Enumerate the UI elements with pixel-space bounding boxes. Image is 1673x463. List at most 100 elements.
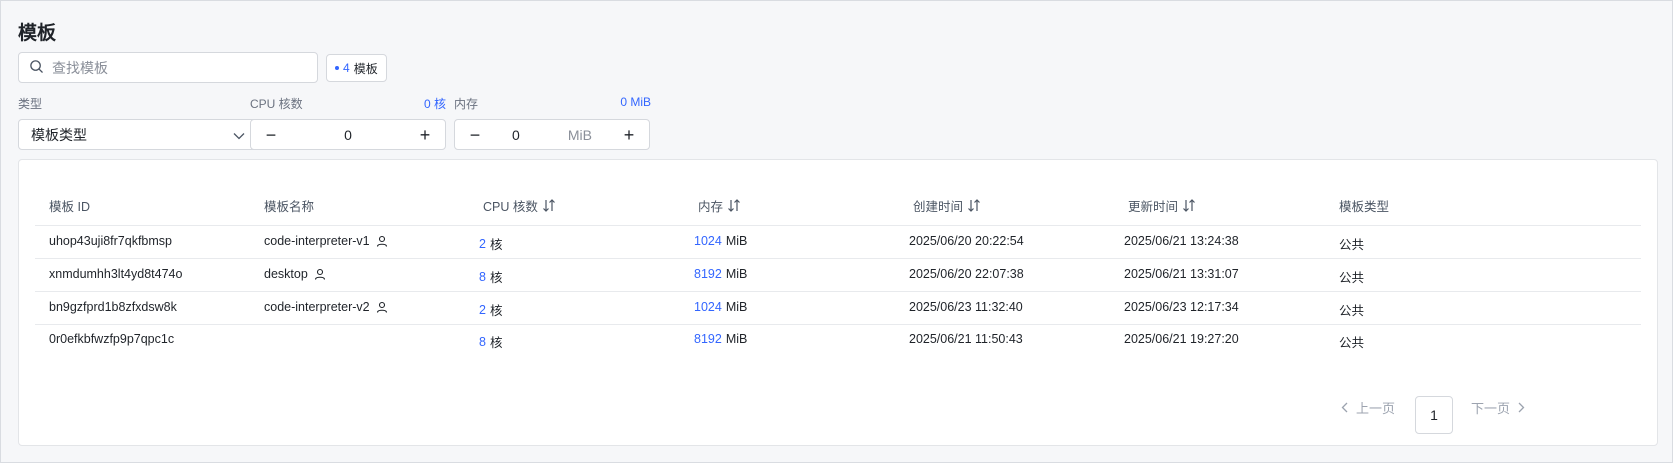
header-memory-label: 内存	[698, 200, 724, 214]
cell-updated: 2025/06/21 13:24:38	[1124, 234, 1239, 248]
sort-icon[interactable]	[727, 199, 741, 212]
search-input[interactable]	[52, 59, 292, 76]
user-icon	[376, 235, 387, 247]
cell-updated: 2025/06/23 12:17:34	[1124, 300, 1239, 314]
memory-filter-value: 0 MiB	[620, 95, 651, 109]
cell-cpu: 2 核	[479, 234, 502, 253]
header-created[interactable]: 创建时间	[913, 196, 981, 215]
sort-icon[interactable]	[542, 199, 556, 212]
header-id: 模板 ID	[49, 200, 90, 214]
template-count-badge: 4 模板	[326, 54, 387, 82]
sort-icon[interactable]	[1182, 199, 1196, 212]
cell-type: 公共	[1339, 336, 1365, 350]
cpu-stepper: − 0 +	[250, 119, 446, 150]
cell-memory-unit: MiB	[725, 300, 748, 314]
header-cpu[interactable]: CPU 核数	[483, 196, 556, 215]
row-divider	[35, 225, 1641, 226]
cell-memory: 1024 MiB	[694, 300, 747, 314]
header-updated[interactable]: 更新时间	[1128, 196, 1196, 215]
cell-name-text: code-interpreter-v1	[264, 234, 370, 248]
cell-cpu-value: 2	[479, 236, 486, 251]
template-type-select[interactable]: 模板类型	[18, 119, 258, 150]
cell-memory: 8192 MiB	[694, 332, 747, 346]
cell-created: 2025/06/21 11:50:43	[909, 332, 1023, 346]
cpu-decrement-button[interactable]: −	[261, 126, 281, 144]
cell-memory: 8192 MiB	[694, 267, 747, 281]
cell-cpu-value: 8	[479, 269, 486, 284]
cell-created: 2025/06/23 11:32:40	[909, 300, 1023, 314]
user-icon	[376, 301, 387, 313]
cell-memory-value: 8192	[694, 267, 722, 281]
cpu-filter-label: CPU 核数	[250, 97, 303, 111]
template-type-select-value: 模板类型	[31, 126, 87, 143]
chevron-right-icon	[1518, 402, 1525, 413]
chevron-left-icon	[1341, 402, 1348, 413]
cell-cpu-value: 2	[479, 302, 486, 317]
cell-cpu-unit: 核	[489, 238, 503, 252]
cell-memory-unit: MiB	[725, 267, 748, 281]
cell-name-text: code-interpreter-v2	[264, 300, 370, 314]
cell-name: code-interpreter-v2	[264, 300, 388, 314]
template-count-label: 模板	[353, 61, 378, 76]
cell-id: uhop43uji8fr7qkfbmsp	[49, 234, 172, 248]
cell-name: code-interpreter-v1	[264, 234, 388, 248]
cell-memory-unit: MiB	[725, 332, 748, 346]
next-page-button[interactable]: 下一页	[1471, 398, 1525, 417]
templates-table: 模板 ID 模板名称 CPU 核数 内存 创建时间 更新时间 模板类型 uhop…	[18, 159, 1658, 446]
header-created-label: 创建时间	[913, 200, 964, 214]
header-type: 模板类型	[1339, 200, 1390, 214]
cell-memory: 1024 MiB	[694, 234, 747, 248]
header-updated-label: 更新时间	[1128, 200, 1179, 214]
cpu-increment-button[interactable]: +	[415, 126, 435, 144]
prev-page-label: 上一页	[1356, 401, 1396, 416]
header-memory[interactable]: 内存	[698, 196, 741, 215]
cell-cpu: 2 核	[479, 300, 502, 319]
cell-cpu-unit: 核	[489, 336, 503, 350]
cell-name: desktop	[264, 267, 326, 281]
cell-cpu-unit: 核	[489, 304, 503, 318]
row-divider	[35, 258, 1641, 259]
memory-stepper-unit: MiB	[567, 126, 592, 143]
cell-updated: 2025/06/21 13:31:07	[1124, 267, 1239, 281]
cpu-stepper-value[interactable]: 0	[344, 127, 352, 143]
search-box[interactable]	[18, 52, 318, 83]
cell-id: xnmdumhh3lt4yd8t474o	[49, 267, 183, 281]
cell-type: 公共	[1339, 238, 1365, 252]
memory-stepper-value[interactable]: 0	[512, 127, 520, 143]
memory-decrement-button[interactable]: −	[465, 126, 485, 144]
cell-type: 公共	[1339, 271, 1365, 285]
chevron-down-icon	[233, 127, 245, 143]
row-divider	[35, 324, 1641, 325]
search-icon	[29, 59, 44, 77]
prev-page-button[interactable]: 上一页	[1341, 398, 1395, 417]
page-title: 模板	[18, 23, 57, 44]
memory-stepper: − 0 MiB +	[454, 119, 650, 150]
cell-memory-value: 1024	[694, 234, 722, 248]
memory-filter-label: 内存	[454, 97, 479, 111]
app-frame: 模板 4 模板 类型 CPU 核数 0 核 内存 0 MiB 模板类型 − 0 …	[0, 0, 1673, 463]
row-divider	[35, 291, 1641, 292]
header-name: 模板名称	[264, 200, 315, 214]
cell-id: 0r0efkbfwzfp9p7qpc1c	[49, 332, 175, 346]
cell-cpu: 8 核	[479, 332, 502, 351]
page-number-button[interactable]: 1	[1415, 396, 1453, 434]
cell-cpu-unit: 核	[489, 271, 503, 285]
cpu-filter-value: 0 核	[423, 97, 446, 111]
status-dot-icon	[335, 66, 339, 70]
type-filter-label: 类型	[18, 97, 43, 111]
cell-memory-value: 8192	[694, 332, 722, 346]
cell-memory-value: 1024	[694, 300, 722, 314]
header-cpu-label: CPU 核数	[483, 200, 538, 214]
cell-cpu: 8 核	[479, 267, 502, 286]
cell-memory-unit: MiB	[725, 234, 748, 248]
template-count: 4	[343, 61, 350, 75]
cell-updated: 2025/06/21 19:27:20	[1124, 332, 1239, 346]
cell-created: 2025/06/20 20:22:54	[909, 234, 1024, 248]
memory-increment-button[interactable]: +	[619, 126, 639, 144]
sort-icon[interactable]	[967, 199, 981, 212]
cell-created: 2025/06/20 22:07:38	[909, 267, 1024, 281]
cell-name-text: desktop	[264, 267, 308, 281]
cell-id: bn9gzfprd1b8zfxdsw8k	[49, 300, 177, 314]
user-icon	[314, 268, 325, 280]
cell-cpu-value: 8	[479, 334, 486, 349]
